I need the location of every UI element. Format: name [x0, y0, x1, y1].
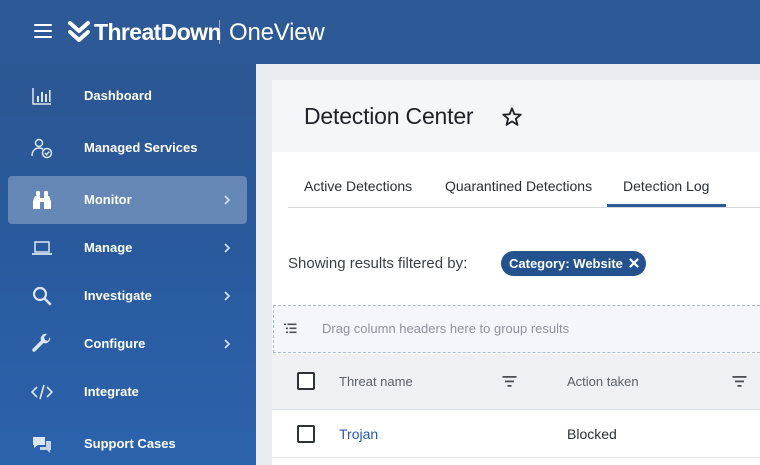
page-title: Detection Center — [304, 103, 474, 129]
sidebar-item-label: Manage — [84, 240, 133, 255]
wrench-icon — [32, 333, 51, 352]
product-name: OneView — [229, 19, 325, 46]
sidebar-item-label: Integrate — [84, 384, 139, 399]
group-by-placeholder: Drag column headers here to group result… — [322, 321, 570, 336]
sidebar-item-label: Support Cases — [84, 436, 176, 451]
sidebar-item-label: Investigate — [84, 288, 152, 303]
table-header-row: Threat name Action taken — [272, 354, 760, 410]
brand-divider — [219, 20, 220, 44]
group-by-drop-zone[interactable]: Drag column headers here to group result… — [273, 305, 760, 353]
hamburger-menu-icon[interactable] — [34, 24, 52, 38]
filter-icon[interactable] — [502, 375, 517, 388]
sidebar-item-label: Monitor — [84, 192, 132, 207]
chat-bubbles-icon — [33, 437, 51, 453]
managed-services-icon — [31, 138, 53, 159]
tab-detection-log[interactable]: Detection Log — [623, 178, 709, 194]
select-all-checkbox[interactable] — [297, 372, 315, 390]
close-icon[interactable] — [628, 257, 640, 269]
detection-center-panel: Detection Center Active Detections Quara… — [272, 80, 760, 465]
sidebar-item-label: Managed Services — [84, 140, 198, 155]
row-checkbox[interactable] — [297, 425, 315, 443]
bar-chart-icon — [32, 88, 51, 105]
sidebar-item-managed-services[interactable]: Managed Services — [8, 124, 247, 172]
filter-chip[interactable]: Category: Website — [501, 251, 646, 276]
sidebar-item-investigate[interactable]: Investigate — [8, 272, 247, 320]
chevron-right-icon — [224, 195, 231, 205]
threat-name-link[interactable]: Trojan — [339, 426, 378, 442]
active-tab-indicator — [607, 204, 726, 207]
column-header-action-taken[interactable]: Action taken — [567, 374, 639, 389]
top-bar: ThreatDown OneView — [0, 0, 760, 64]
group-list-icon — [284, 323, 297, 334]
sidebar-item-dashboard[interactable]: Dashboard — [8, 72, 247, 120]
page-header: Detection Center — [272, 80, 760, 152]
tab-active-detections[interactable]: Active Detections — [304, 178, 412, 194]
laptop-icon — [32, 241, 52, 255]
detection-tabs: Active Detections Quarantined Detections… — [288, 172, 760, 208]
tab-quarantined-detections[interactable]: Quarantined Detections — [445, 178, 592, 194]
column-header-threat-name[interactable]: Threat name — [339, 374, 413, 389]
sidebar: Dashboard Managed Services Monitor Manag… — [0, 64, 256, 465]
sidebar-item-monitor[interactable]: Monitor — [8, 176, 247, 224]
chevron-right-icon — [224, 243, 231, 253]
threatdown-logo-icon — [68, 21, 90, 42]
chevron-right-icon — [224, 291, 231, 301]
star-icon[interactable] — [501, 106, 523, 128]
sidebar-item-configure[interactable]: Configure — [8, 320, 247, 368]
table-row[interactable]: Trojan Blocked — [272, 410, 760, 458]
sidebar-item-label: Configure — [84, 336, 146, 351]
code-icon — [30, 384, 54, 400]
sidebar-item-label: Dashboard — [84, 88, 152, 103]
sidebar-item-integrate[interactable]: Integrate — [8, 368, 247, 416]
filter-chip-label: Category: Website — [509, 256, 623, 271]
sidebar-item-support-cases[interactable]: Support Cases — [8, 420, 247, 465]
binoculars-icon — [33, 191, 51, 209]
brand-name: ThreatDown — [94, 19, 221, 45]
filter-icon[interactable] — [732, 375, 747, 388]
sidebar-item-manage[interactable]: Manage — [8, 224, 247, 272]
chevron-right-icon — [224, 339, 231, 349]
search-icon — [32, 286, 52, 306]
action-taken-cell: Blocked — [567, 426, 617, 442]
filter-label: Showing results filtered by: — [288, 255, 468, 272]
